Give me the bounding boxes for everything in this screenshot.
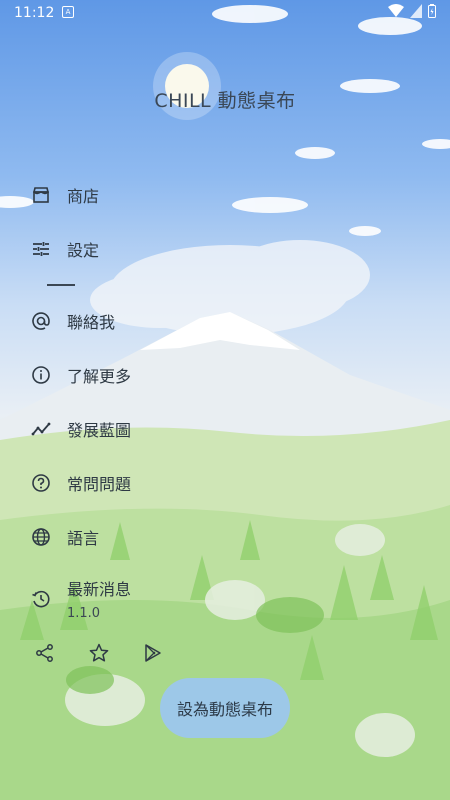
a-icon: A: [62, 6, 74, 18]
store-icon: [30, 184, 52, 206]
menu-item-faq[interactable]: 常問問題: [30, 471, 131, 495]
history-icon: [30, 588, 52, 610]
menu-divider: [47, 284, 75, 286]
menu-label-settings: 設定: [67, 241, 100, 260]
help-icon: [30, 472, 52, 494]
star-icon[interactable]: [87, 641, 111, 665]
menu-item-store[interactable]: 商店: [30, 183, 99, 207]
news-label: 最新消息: [67, 580, 132, 599]
menu-label-store: 商店: [67, 187, 100, 206]
status-icons: [388, 4, 436, 18]
at-icon: [30, 310, 52, 332]
status-time: 11:12: [14, 5, 55, 21]
tune-icon: [30, 238, 52, 260]
menu-item-learn-more[interactable]: 了解更多: [30, 363, 131, 387]
app-version: 1.1.0: [67, 606, 101, 621]
menu-item-contact[interactable]: 聯絡我: [30, 309, 115, 333]
menu-item-settings[interactable]: 設定: [30, 237, 99, 261]
bottom-actions: [33, 641, 165, 665]
battery-icon: [428, 4, 436, 18]
menu-item-news[interactable]: 最新消息 1.1.0: [30, 576, 131, 621]
signal-icon: [410, 4, 422, 18]
trending-icon: [30, 418, 52, 440]
app-title: CHILL 動態桌布: [154, 90, 296, 112]
play-store-icon[interactable]: [141, 641, 165, 665]
menu-label-learn-more: 了解更多: [67, 367, 132, 386]
menu-item-roadmap[interactable]: 發展藍圖: [30, 417, 131, 441]
menu-label-faq: 常問問題: [67, 475, 132, 494]
info-icon: [30, 364, 52, 386]
set-wallpaper-button[interactable]: 設為動態桌布: [160, 678, 290, 738]
wifi-icon: [388, 4, 404, 17]
menu-label-language: 語言: [67, 529, 100, 548]
globe-icon: [30, 526, 52, 548]
menu-label-roadmap: 發展藍圖: [67, 421, 132, 440]
status-bar: 11:12 A: [0, 0, 450, 26]
share-icon[interactable]: [33, 641, 57, 665]
menu-item-language[interactable]: 語言: [30, 525, 99, 549]
menu-label-contact: 聯絡我: [67, 313, 116, 332]
